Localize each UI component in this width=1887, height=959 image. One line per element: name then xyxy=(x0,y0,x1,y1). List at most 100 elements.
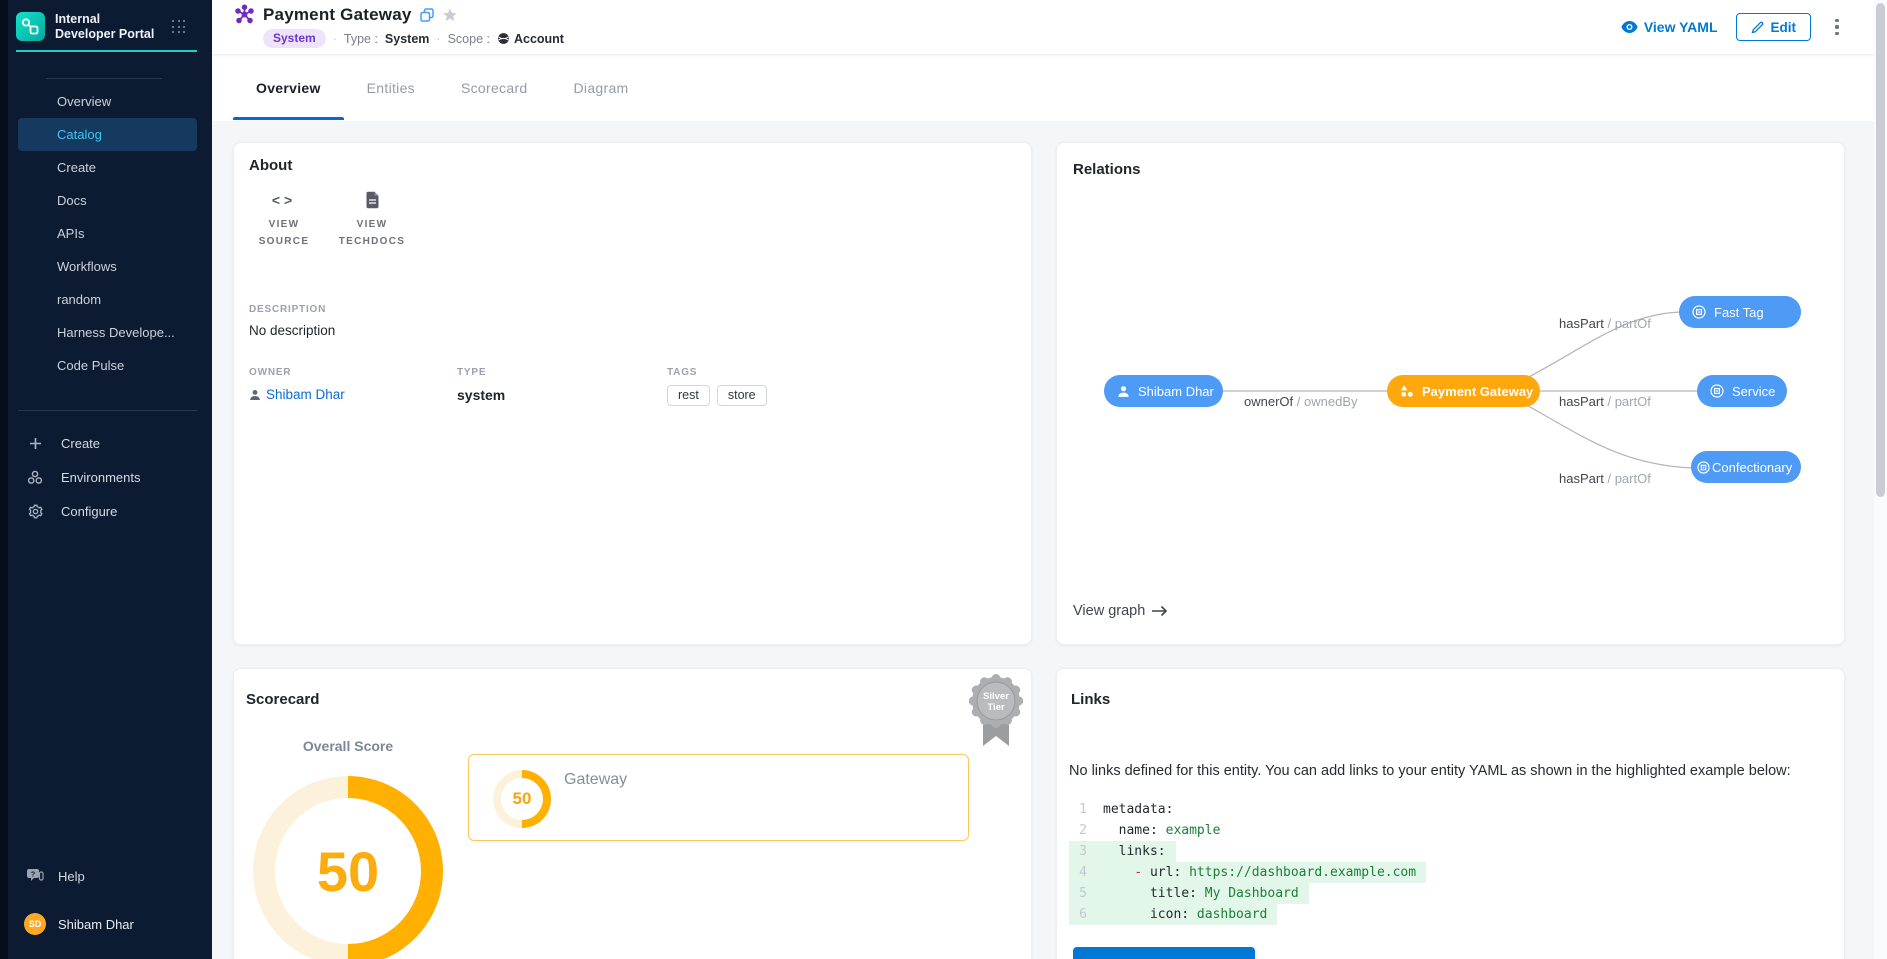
relations-graph: Shibam Dhar Payment Gateway Fast Tag Ser… xyxy=(1057,143,1846,646)
sidebar-actions: Create Environments Configure xyxy=(18,426,197,528)
code-line: 2 name: example xyxy=(1069,820,1230,841)
edge-label: ownerOf / ownedBy xyxy=(1244,394,1358,409)
overall-score-value: 50 xyxy=(317,839,379,904)
system-icon xyxy=(1400,384,1414,398)
chip-icon xyxy=(1710,384,1724,398)
graph-node-label: Payment Gateway xyxy=(1422,384,1533,399)
scorecard-entry-card[interactable]: 50 Gateway xyxy=(468,754,969,841)
plus-icon xyxy=(27,435,43,451)
edit-label: Edit xyxy=(1771,20,1797,35)
sidebar: Internal Developer Portal OverviewCatalo… xyxy=(0,0,212,959)
sidebar-action-label: Create xyxy=(61,436,100,451)
tab-overview[interactable]: Overview xyxy=(233,54,344,121)
relations-card: Relations Shibam Dhar Payment Gateway Fa… xyxy=(1056,142,1845,645)
sidebar-item-create[interactable]: Create xyxy=(18,151,197,184)
graph-node-service[interactable]: Service xyxy=(1697,375,1787,407)
logo[interactable]: Internal Developer Portal xyxy=(16,12,163,42)
chip-icon xyxy=(1692,305,1706,319)
scope-icon xyxy=(497,32,510,45)
sidebar-environments-button[interactable]: Environments xyxy=(18,460,197,494)
view-techdocs-button[interactable]: VIEW TECHDOCS xyxy=(328,189,416,250)
sidebar-configure-button[interactable]: Configure xyxy=(18,494,197,528)
sidebar-create-button[interactable]: Create xyxy=(18,426,197,460)
graph-node-user[interactable]: Shibam Dhar xyxy=(1104,375,1223,407)
view-graph-link[interactable]: View graph xyxy=(1073,603,1168,619)
page-scrollbar xyxy=(1874,0,1887,959)
graph-node-label: Service xyxy=(1732,384,1775,399)
graph-node-system[interactable]: Payment Gateway xyxy=(1387,375,1540,407)
description-value: No description xyxy=(249,323,335,338)
scorecard-card: Scorecard Overall Score 50 50 Gateway Si… xyxy=(233,668,1032,959)
environments-icon xyxy=(27,469,43,485)
sidebar-item-harness-develope[interactable]: Harness Develope... xyxy=(18,316,197,349)
copy-icon[interactable] xyxy=(420,8,434,22)
help-label: Help xyxy=(58,869,85,884)
star-icon[interactable] xyxy=(442,7,458,23)
entry-score-value: 50 xyxy=(513,789,532,809)
scope-value: Account xyxy=(514,32,564,46)
graph-node-confectionary[interactable]: Confectionary xyxy=(1691,451,1801,483)
user-menu[interactable]: SD Shibam Dhar xyxy=(18,909,197,939)
page-title: Payment Gateway xyxy=(263,5,412,25)
tab-entities[interactable]: Entities xyxy=(344,54,438,121)
yaml-example-code: 1metadata:2 name: example3 links:4 - url… xyxy=(1069,799,1426,925)
type-value: System xyxy=(385,32,429,46)
help-button[interactable]: ? Help xyxy=(18,861,197,891)
entity-header: Payment Gateway System · Type : System ·… xyxy=(212,0,1887,54)
graph-node-fast-tag[interactable]: Fast Tag xyxy=(1679,296,1801,328)
sidebar-divider xyxy=(18,410,197,411)
scorecard-title: Scorecard xyxy=(246,691,319,708)
kebab-menu-icon[interactable] xyxy=(1829,16,1845,38)
meta-separator: · xyxy=(436,32,440,46)
links-title: Links xyxy=(1071,691,1110,708)
user-icon xyxy=(1117,385,1130,398)
edge-label: hasPart / partOf xyxy=(1559,316,1651,331)
sidebar-item-workflows[interactable]: Workflows xyxy=(18,250,197,283)
tags-label: TAGS xyxy=(667,367,1009,378)
entity-system-icon xyxy=(234,4,255,25)
entity-tabs: Overview Entities Scorecard Diagram xyxy=(212,54,1887,121)
sidebar-item-random[interactable]: random xyxy=(18,283,197,316)
sidebar-item-docs[interactable]: Docs xyxy=(18,184,197,217)
view-source-label: VIEW SOURCE xyxy=(249,217,319,250)
help-icon: ? xyxy=(26,868,44,884)
sidebar-item-overview[interactable]: Overview xyxy=(18,85,197,118)
sidebar-item-catalog[interactable]: Catalog xyxy=(18,118,197,151)
edge-label: hasPart / partOf xyxy=(1559,471,1651,486)
about-title: About xyxy=(249,157,292,174)
tag-chip[interactable]: rest xyxy=(667,385,710,406)
tag-chip[interactable]: store xyxy=(717,385,767,406)
view-yaml-button[interactable]: View YAML xyxy=(1621,19,1718,35)
portal-logo-icon xyxy=(16,12,45,41)
overall-score-donut: 50 xyxy=(253,776,443,959)
tab-scorecard[interactable]: Scorecard xyxy=(438,54,551,121)
sidebar-item-code-pulse[interactable]: Code Pulse xyxy=(18,349,197,382)
meta-separator: · xyxy=(333,32,337,46)
owner-link[interactable]: Shibam Dhar xyxy=(249,387,457,402)
svg-text:?: ? xyxy=(31,871,35,878)
techdocs-doc-icon xyxy=(365,189,380,211)
graph-node-label: Fast Tag xyxy=(1714,305,1764,320)
code-line: 6 icon: dashboard xyxy=(1069,904,1277,925)
user-avatar: SD xyxy=(24,913,46,935)
tab-diagram[interactable]: Diagram xyxy=(551,54,652,121)
chip-icon xyxy=(1697,461,1710,474)
eye-icon xyxy=(1621,21,1638,33)
view-source-button[interactable]: <> VIEW SOURCE xyxy=(240,189,328,250)
sidebar-item-apis[interactable]: APIs xyxy=(18,217,197,250)
code-line: 1metadata: xyxy=(1069,799,1183,820)
links-action-button[interactable] xyxy=(1073,947,1255,959)
tier-line2: Tier xyxy=(987,702,1005,713)
scope-label: Scope : xyxy=(448,32,490,46)
sidebar-bottom: ? Help SD Shibam Dhar xyxy=(18,861,197,947)
apps-grid-icon[interactable] xyxy=(172,20,186,34)
scrollbar-thumb[interactable] xyxy=(1876,3,1885,497)
type-field-label: TYPE xyxy=(457,367,667,378)
view-techdocs-label: VIEW TECHDOCS xyxy=(337,217,407,250)
code-line: 4 - url: https://dashboard.example.com xyxy=(1069,862,1426,883)
kind-badge: System xyxy=(263,29,326,48)
entity-meta: System · Type : System · Scope : Account xyxy=(263,29,564,48)
edit-button[interactable]: Edit xyxy=(1736,13,1812,41)
sidebar-action-label: Configure xyxy=(61,504,117,519)
view-graph-label: View graph xyxy=(1073,603,1145,619)
